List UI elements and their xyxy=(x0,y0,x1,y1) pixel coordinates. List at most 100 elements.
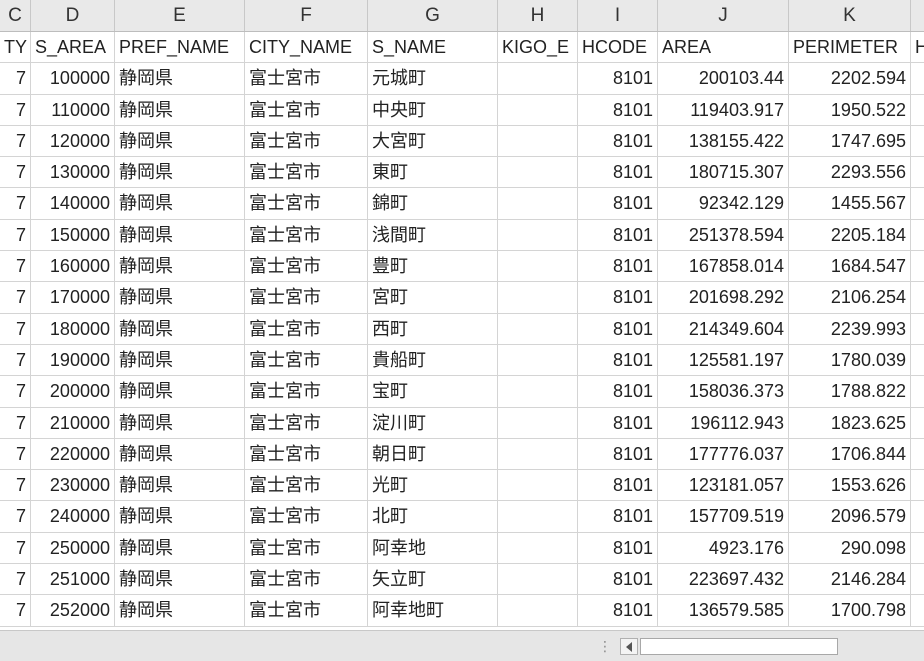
data-cell[interactable]: 1950.522 xyxy=(789,94,911,125)
data-cell[interactable] xyxy=(911,345,924,375)
data-cell[interactable] xyxy=(498,313,578,344)
data-cell[interactable]: 7 xyxy=(0,438,31,470)
data-cell[interactable]: 230000 xyxy=(31,470,115,501)
data-cell[interactable] xyxy=(498,595,578,626)
data-cell[interactable]: 光町 xyxy=(368,470,498,501)
header-cell[interactable]: TY xyxy=(0,32,31,63)
data-cell[interactable]: 150000 xyxy=(31,219,115,251)
data-cell[interactable]: 7 xyxy=(0,470,31,501)
data-cell[interactable]: 7 xyxy=(0,125,31,157)
data-cell[interactable] xyxy=(498,407,578,438)
data-cell[interactable]: 136579.585 xyxy=(658,595,789,626)
data-cell[interactable] xyxy=(911,376,924,406)
header-cell[interactable]: AREA xyxy=(658,32,789,63)
data-cell[interactable]: 123181.057 xyxy=(658,470,789,501)
data-cell[interactable]: 1553.626 xyxy=(789,470,911,501)
data-cell[interactable]: 静岡県 xyxy=(115,344,245,376)
data-cell[interactable]: 8101 xyxy=(578,125,658,157)
data-cell[interactable] xyxy=(498,251,578,282)
data-cell[interactable] xyxy=(911,126,924,156)
data-cell[interactable]: 2205.184 xyxy=(789,219,911,251)
data-cell[interactable] xyxy=(911,564,924,594)
data-cell[interactable]: 7 xyxy=(0,63,31,94)
data-cell[interactable]: 静岡県 xyxy=(115,282,245,313)
data-cell[interactable]: 8101 xyxy=(578,532,658,564)
data-cell[interactable]: 100000 xyxy=(31,63,115,94)
data-cell[interactable]: 8101 xyxy=(578,251,658,282)
data-cell[interactable]: 8101 xyxy=(578,63,658,94)
data-cell[interactable]: 119403.917 xyxy=(658,94,789,125)
data-cell[interactable]: 富士宮市 xyxy=(245,595,368,626)
data-cell[interactable]: 8101 xyxy=(578,376,658,407)
header-cell[interactable]: S_NAME xyxy=(368,32,498,63)
data-cell[interactable]: 富士宮市 xyxy=(245,407,368,438)
data-cell[interactable] xyxy=(498,564,578,595)
data-cell[interactable]: 宝町 xyxy=(368,376,498,407)
data-cell[interactable]: 1788.822 xyxy=(789,376,911,407)
data-cell[interactable]: 250000 xyxy=(31,532,115,564)
data-cell[interactable]: 富士宮市 xyxy=(245,188,368,219)
data-cell[interactable]: 富士宮市 xyxy=(245,344,368,376)
data-cell[interactable]: 静岡県 xyxy=(115,219,245,251)
data-cell[interactable]: 8101 xyxy=(578,407,658,438)
data-cell[interactable]: 125581.197 xyxy=(658,344,789,376)
header-cell[interactable]: PERIMETER xyxy=(789,32,911,63)
data-cell[interactable]: 2293.556 xyxy=(789,157,911,188)
data-cell[interactable]: 豊町 xyxy=(368,251,498,282)
data-cell[interactable]: 177776.037 xyxy=(658,438,789,470)
data-cell[interactable]: 8101 xyxy=(578,94,658,125)
data-cell[interactable]: 170000 xyxy=(31,282,115,313)
data-cell[interactable]: 貴船町 xyxy=(368,344,498,376)
column-letter-header[interactable]: D xyxy=(31,0,115,31)
data-cell[interactable]: 7 xyxy=(0,94,31,125)
data-cell[interactable]: 富士宮市 xyxy=(245,282,368,313)
data-cell[interactable]: 8101 xyxy=(578,595,658,626)
data-cell[interactable] xyxy=(498,125,578,157)
data-cell[interactable]: 元城町 xyxy=(368,63,498,94)
data-cell[interactable]: 1780.039 xyxy=(789,344,911,376)
scroll-left-button[interactable] xyxy=(620,638,638,655)
data-cell[interactable]: 7 xyxy=(0,313,31,344)
data-cell[interactable]: 251000 xyxy=(31,564,115,595)
data-cell[interactable]: 8101 xyxy=(578,188,658,219)
data-cell[interactable]: 7 xyxy=(0,251,31,282)
data-cell[interactable]: 2146.284 xyxy=(789,564,911,595)
header-cell[interactable]: PREF_NAME xyxy=(115,32,245,63)
split-grip-icon[interactable]: ⋮ xyxy=(598,639,612,653)
data-cell[interactable]: 宮町 xyxy=(368,282,498,313)
data-cell[interactable]: 静岡県 xyxy=(115,595,245,626)
data-cell[interactable]: 静岡県 xyxy=(115,188,245,219)
data-cell[interactable]: 富士宮市 xyxy=(245,251,368,282)
data-cell[interactable]: 静岡県 xyxy=(115,157,245,188)
column-letter-header[interactable]: J xyxy=(658,0,789,31)
data-cell[interactable]: 7 xyxy=(0,501,31,532)
header-cell[interactable]: CITY_NAME xyxy=(245,32,368,63)
column-letter-header[interactable]: I xyxy=(578,0,658,31)
data-cell[interactable] xyxy=(911,220,924,250)
data-cell[interactable]: 200000 xyxy=(31,376,115,407)
data-cell[interactable]: 富士宮市 xyxy=(245,313,368,344)
data-cell[interactable] xyxy=(498,282,578,313)
data-cell[interactable]: 西町 xyxy=(368,313,498,344)
data-cell[interactable] xyxy=(911,501,924,531)
data-cell[interactable]: 静岡県 xyxy=(115,251,245,282)
data-cell[interactable]: 7 xyxy=(0,344,31,376)
column-letter-header[interactable]: H xyxy=(498,0,578,31)
spreadsheet-grid[interactable]: CDEFGHIJK TY S_AREA PREF_NAME CITY_NAME S_NA… xyxy=(0,0,924,630)
data-cell[interactable]: 180715.307 xyxy=(658,157,789,188)
data-cell[interactable]: 8101 xyxy=(578,157,658,188)
data-cell[interactable]: 7 xyxy=(0,532,31,564)
data-cell[interactable] xyxy=(498,501,578,532)
column-letter-header[interactable]: K xyxy=(789,0,911,31)
data-cell[interactable]: 富士宮市 xyxy=(245,219,368,251)
data-cell[interactable]: 8101 xyxy=(578,344,658,376)
data-cell[interactable]: 静岡県 xyxy=(115,470,245,501)
data-cell[interactable]: 201698.292 xyxy=(658,282,789,313)
header-cell[interactable]: HCODE xyxy=(578,32,658,63)
data-cell[interactable]: 214349.604 xyxy=(658,313,789,344)
data-cell[interactable]: 富士宮市 xyxy=(245,157,368,188)
data-cell[interactable]: 92342.129 xyxy=(658,188,789,219)
data-cell[interactable]: 196112.943 xyxy=(658,407,789,438)
data-cell[interactable] xyxy=(498,532,578,564)
data-cell[interactable] xyxy=(911,95,924,125)
